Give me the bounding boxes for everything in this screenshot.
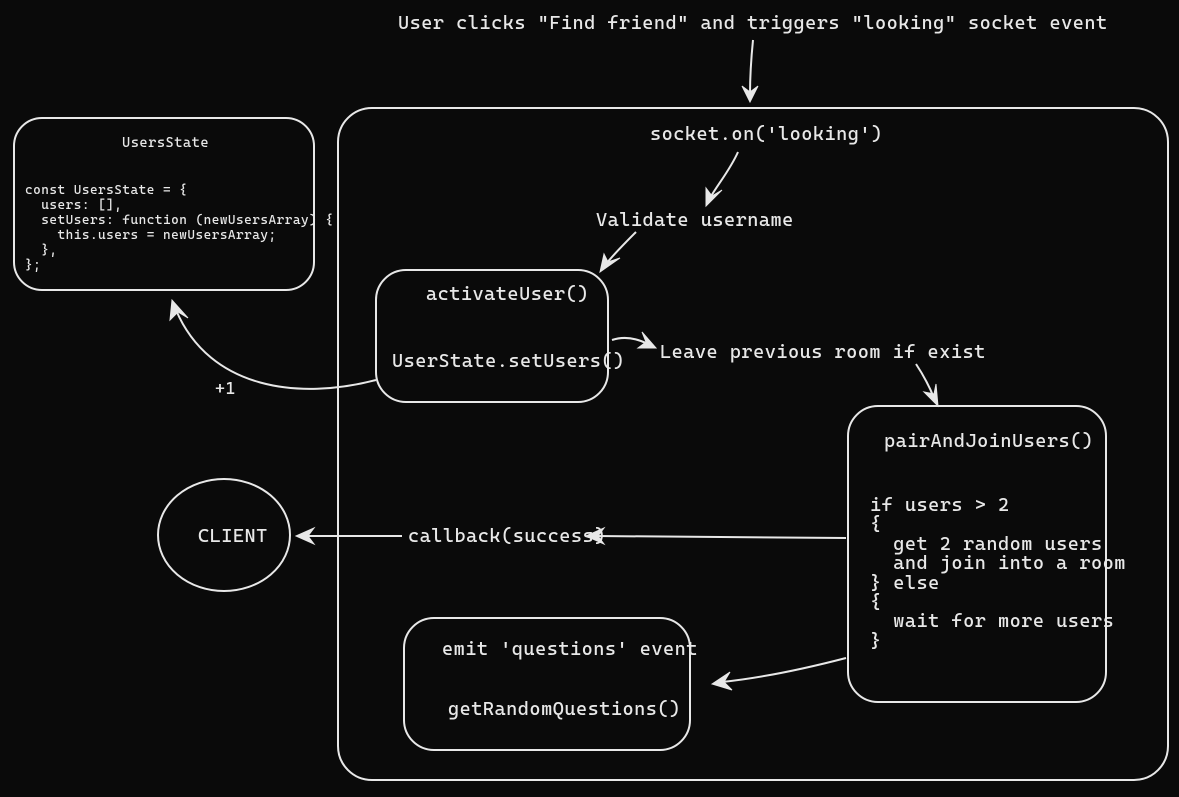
arrow-activate-to-usersstate [170,300,376,389]
client-text: CLIENT [198,525,268,547]
socket-on-text: socket.on('looking') [650,123,883,145]
pairjoin-header: pairAndJoinUsers() [884,430,1093,452]
usersstate-header: UsersState [122,135,209,151]
plus-one: +1 [215,378,236,398]
arrow-title-to-box [742,40,758,102]
validate-text: Validate username [596,209,794,231]
arrow-socket-to-validate [706,152,738,206]
title-text: User clicks "Find friend" and triggers "… [398,12,1108,34]
activateuser-line2: UserState.setUsers() [392,350,625,372]
svg-overlay [0,0,1179,797]
arrow-pair-to-callback [586,528,846,544]
arrow-activate-to-leave [612,332,656,348]
arrow-validate-to-activate [600,232,636,272]
activateuser-line1: activateUser() [426,283,589,305]
arrow-leave-to-pair [916,364,938,406]
callback-text: callback(success) [408,525,606,547]
emit-line2: getRandomQuestions() [448,698,681,720]
emit-line1: emit 'questions' event [442,638,698,660]
leave-prev-text: Leave previous room if exist [660,341,986,363]
pairjoin-body: if users > 2 { get 2 random users and jo… [870,496,1126,651]
usersstate-code: const UsersState = { users: [], setUsers… [25,184,333,274]
diagram-canvas: User clicks "Find friend" and triggers "… [0,0,1179,797]
arrow-pair-to-emit [712,658,846,690]
arrow-callback-to-client [296,528,402,544]
